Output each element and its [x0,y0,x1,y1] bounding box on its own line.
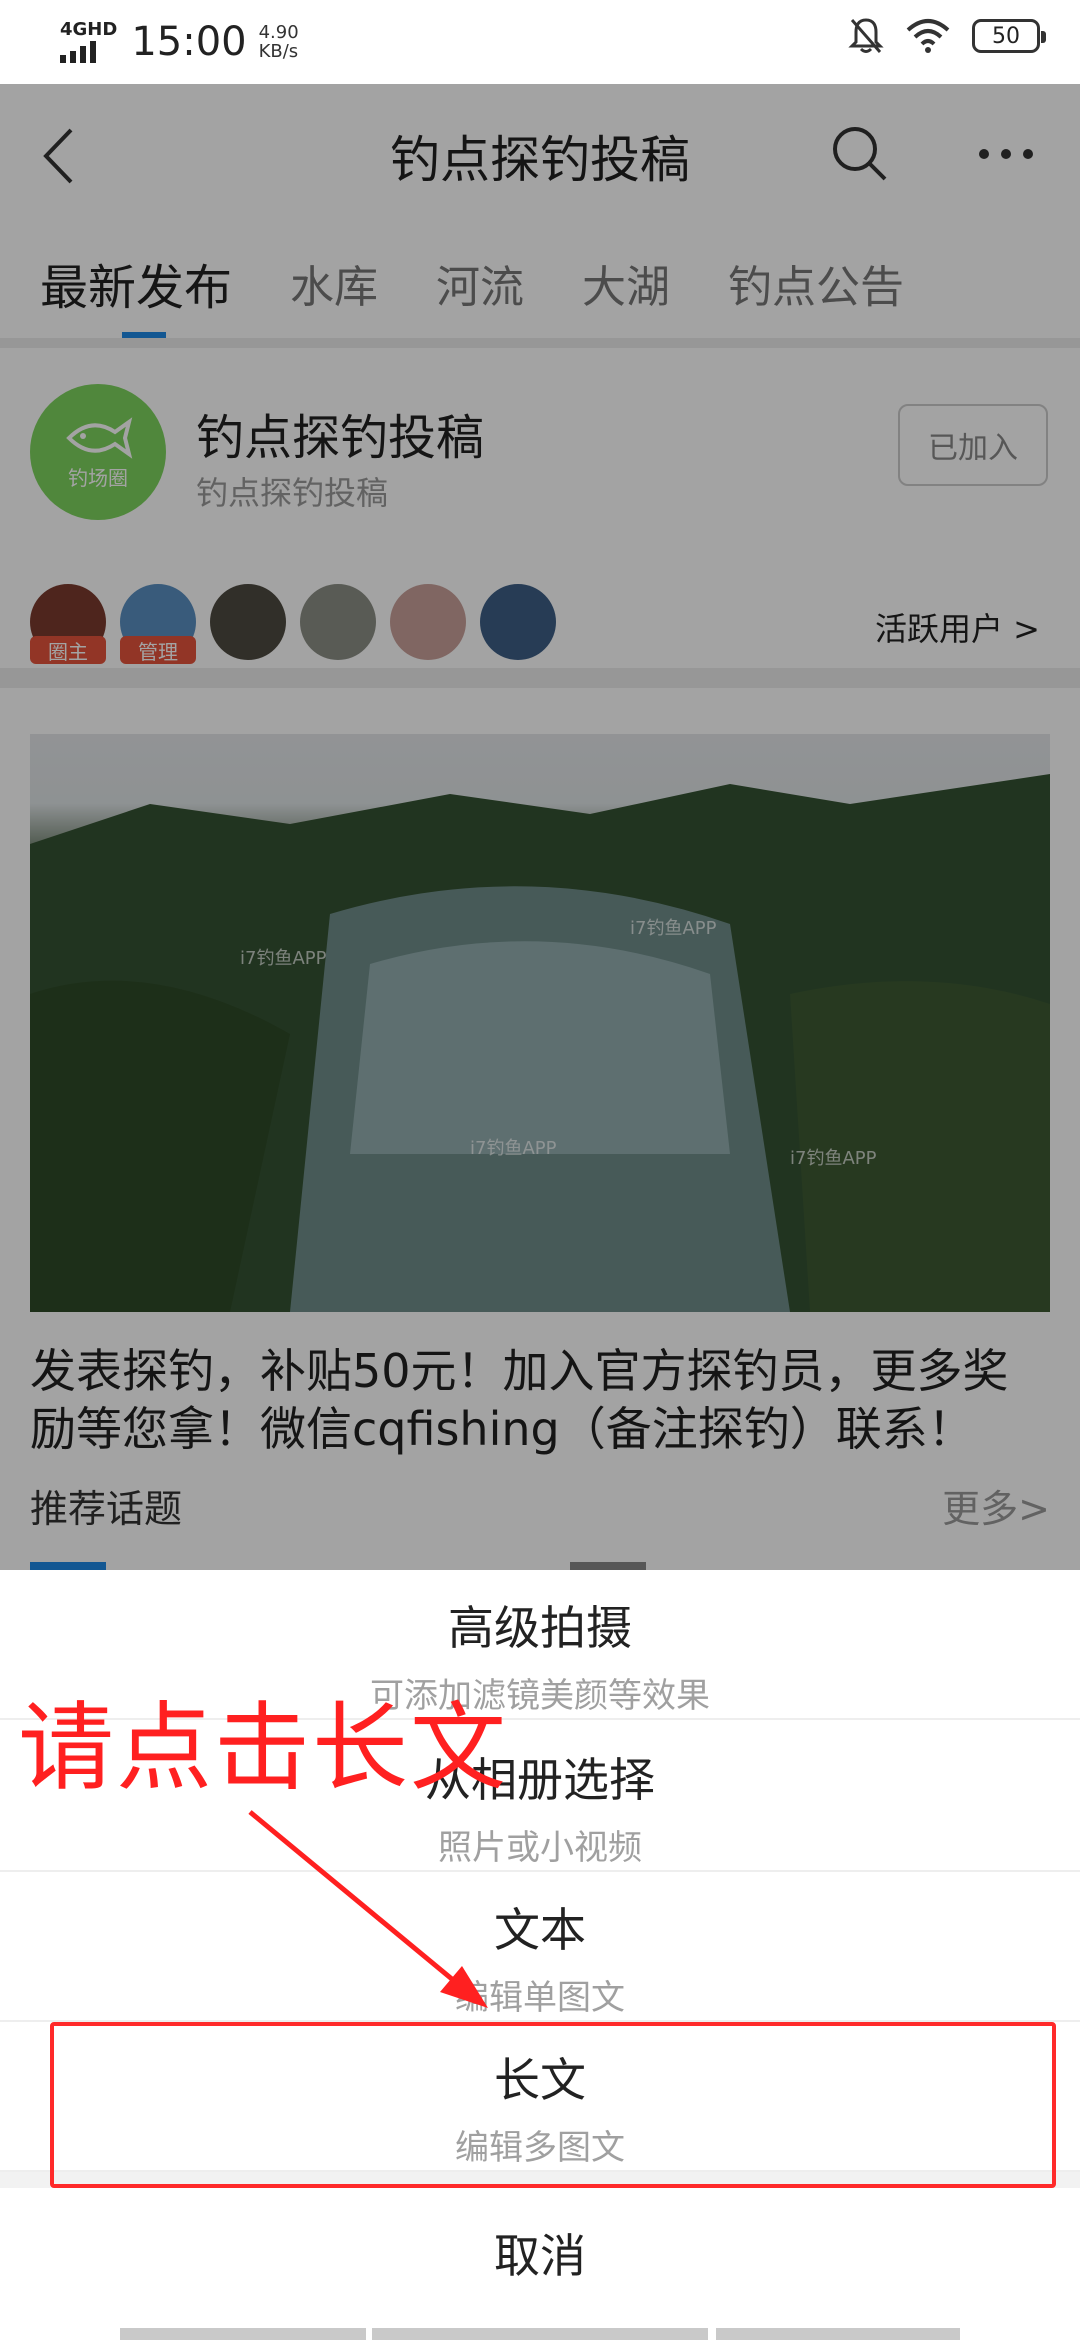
clock: 15:00 [131,19,247,65]
battery-level: 50 [992,23,1020,49]
speed-unit: KB/s [258,41,299,62]
signal-indicator: 4GHD [60,21,117,63]
signal-bars-icon [60,41,96,63]
battery-icon: 50 [972,19,1046,53]
arrow-icon [248,1810,488,2008]
network-speed: 4.90 KB/s [259,23,299,61]
bell-muted-icon [848,18,884,53]
status-icons: 50 [848,16,1046,56]
network-type: 4GHD [60,19,118,40]
status-bar: 4GHD 15:00 4.90 KB/s 50 [0,0,1080,84]
wifi-icon [906,19,950,53]
speed-value: 4.90 [258,22,299,43]
